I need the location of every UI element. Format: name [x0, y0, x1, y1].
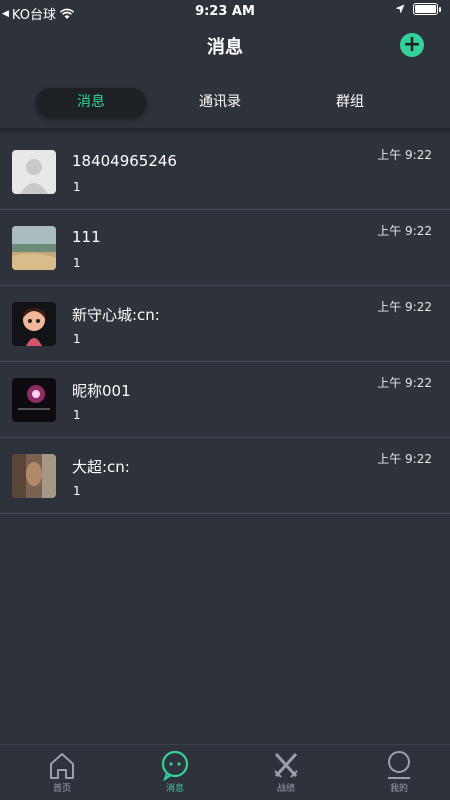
- conversation-time: 上午 9:22: [377, 300, 432, 314]
- conversation-item[interactable]: 111 1 上午 9:22: [0, 210, 450, 286]
- status-right: [395, 3, 441, 15]
- conversation-name: 新守心城:cn:: [72, 306, 160, 324]
- conversation-time: 上午 9:22: [377, 148, 432, 162]
- location-arrow-icon: [395, 4, 405, 14]
- conversation-item[interactable]: 18404965246 1 上午 9:22: [0, 134, 450, 210]
- conversation-item[interactable]: 新守心城:cn: 1 上午 9:22: [0, 286, 450, 362]
- tab-groups[interactable]: 群组: [320, 88, 380, 116]
- conversation-time: 上午 9:22: [377, 376, 432, 390]
- status-bar: ◀ KO台球 9:23 AM: [0, 0, 450, 24]
- conversation-time: 上午 9:22: [377, 224, 432, 238]
- tabbar-item-profile[interactable]: 我的: [369, 749, 429, 794]
- conversation-item[interactable]: 大超:cn: 1 上午 9:22: [0, 438, 450, 514]
- profile-icon: [388, 751, 410, 779]
- conversation-name: 昵称001: [72, 382, 131, 400]
- tabbar-label: 消息: [165, 784, 184, 794]
- tabbar-label: 首页: [52, 784, 71, 794]
- tab-messages[interactable]: 消息: [36, 88, 146, 116]
- avatar: [12, 454, 56, 498]
- tabbar-item-record[interactable]: 战绩: [256, 749, 316, 794]
- conversation-name: 111: [72, 228, 101, 246]
- conversation-last-message: 1: [73, 180, 81, 194]
- tabbar-item-home[interactable]: 首页: [32, 749, 92, 794]
- chat-bubble-icon: [161, 750, 189, 781]
- conversation-last-message: 1: [73, 484, 81, 498]
- status-time: 9:23 AM: [195, 4, 255, 19]
- crossed-swords-icon: [274, 752, 298, 778]
- battery-icon: [413, 3, 441, 15]
- plus-icon: +: [402, 32, 422, 57]
- tabbar-label: 我的: [389, 784, 408, 794]
- avatar: [12, 226, 56, 270]
- avatar: [12, 150, 56, 194]
- page-title: 消息: [207, 37, 243, 58]
- conversation-time: 上午 9:22: [377, 452, 432, 466]
- conversation-item[interactable]: 昵称001 1 上午 9:22: [0, 362, 450, 438]
- phone-screen: ◀ KO台球 9:23 AM 消息 + 消息 通讯录 群组 1840496524…: [0, 0, 450, 800]
- beach-photo-avatar-icon: [12, 226, 56, 270]
- light-photo-avatar-icon: [12, 378, 56, 422]
- conversation-name: 大超:cn:: [72, 458, 130, 476]
- avatar: [12, 378, 56, 422]
- tabbar-label: 战绩: [276, 784, 295, 794]
- home-icon: [50, 753, 74, 779]
- avatar: [12, 302, 56, 346]
- default-person-avatar-icon: [12, 150, 56, 194]
- portrait-photo-avatar-icon: [12, 454, 56, 498]
- conversation-last-message: 1: [73, 332, 81, 346]
- bottom-tab-bar: 首页 消息 战绩 我的: [0, 744, 450, 800]
- conversation-last-message: 1: [73, 408, 81, 422]
- cartoon-girl-avatar-icon: [12, 302, 56, 346]
- segment-tabs: 消息 通讯录 群组: [0, 84, 450, 120]
- tab-contacts[interactable]: 通讯录: [184, 88, 256, 116]
- add-button[interactable]: +: [400, 33, 424, 57]
- conversation-name: 18404965246: [72, 152, 177, 170]
- conversation-last-message: 1: [73, 256, 81, 270]
- tabbar-item-messages[interactable]: 消息: [145, 749, 205, 794]
